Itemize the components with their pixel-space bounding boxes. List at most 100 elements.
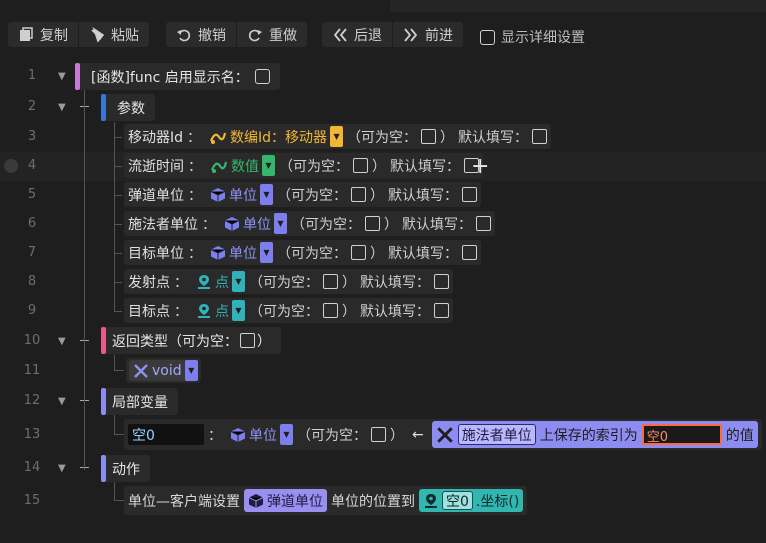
collapse-arrow-icon[interactable]: ▼ — [58, 71, 66, 82]
default-checkbox[interactable] — [434, 274, 449, 289]
action-row[interactable]: 单位—客户端设置 弹道单位 单位的位置到 空0 .坐标() — [124, 486, 528, 515]
copy-button[interactable]: 复制 — [8, 22, 79, 47]
params-header[interactable]: 参数 — [106, 94, 155, 121]
nullable-checkbox[interactable] — [351, 187, 366, 202]
nullable-close: ） — [372, 158, 386, 175]
param-row[interactable]: 目标单位 ： 单位 ▼ （可为空： ） 默认填写： — [124, 240, 481, 265]
action-var-chip[interactable]: 空0 — [442, 491, 473, 510]
type-selector[interactable]: 数值 ▼ — [206, 155, 275, 176]
param-row[interactable]: 流逝时间 ： 数值 ▼ （可为空： ） 默认填写： — [124, 153, 483, 178]
return-type-header[interactable]: 返回类型（可为空： ） — [106, 327, 281, 354]
copy-label: 复制 — [40, 27, 68, 44]
param-row[interactable]: 目标点 ： 点 ▼ （可为空： ） 默认填写： — [124, 298, 453, 323]
chevron-down-icon[interactable]: ▼ — [280, 424, 293, 445]
nullable-checkbox[interactable] — [323, 274, 338, 289]
params-header-label: 参数 — [117, 100, 145, 117]
line-number: 6 — [27, 216, 37, 231]
return-type-selector[interactable]: void ▼ — [129, 360, 198, 381]
actions-header-label: 动作 — [112, 461, 140, 478]
param-row[interactable]: 弹道单位 ： 单位 ▼ （可为空： ） 默认填写： — [124, 182, 481, 207]
type-selector[interactable]: 单位 ▼ — [220, 213, 287, 234]
return-type-close: ） — [257, 333, 271, 350]
nullable-label: （可为空： — [297, 427, 367, 444]
line-number: 11 — [23, 363, 41, 378]
back-button[interactable]: 后退 — [322, 22, 393, 47]
default-label: 默认填写： — [360, 274, 430, 291]
return-type-row[interactable]: void ▼ — [126, 358, 201, 383]
local-var-name-input[interactable]: 空0 — [128, 424, 204, 445]
paste-button[interactable]: 粘贴 — [79, 22, 149, 47]
expr-target-chip[interactable]: 施法者单位 — [457, 424, 536, 445]
param-name: 弹道单位 — [128, 187, 184, 204]
type-selector[interactable]: 单位 ▼ — [226, 424, 293, 445]
chevron-down-icon[interactable]: ▼ — [232, 271, 245, 292]
copy-icon — [20, 26, 33, 41]
add-icon[interactable]: + — [471, 154, 489, 179]
type-name: 单位 — [229, 187, 257, 204]
collapse-arrow-icon[interactable]: ▼ — [58, 336, 66, 347]
chevron-down-icon[interactable]: ▼ — [184, 360, 198, 381]
show-display-name-checkbox[interactable] — [254, 69, 270, 84]
point-pin-icon — [198, 303, 210, 318]
nullable-checkbox[interactable] — [351, 245, 366, 260]
chevron-down-icon[interactable]: ▼ — [260, 242, 273, 263]
chevron-down-icon[interactable]: ▼ — [262, 155, 275, 176]
action-point-chip[interactable]: 空0 .坐标() — [419, 489, 524, 512]
show-details-toggle[interactable]: 显示详细设置 — [480, 27, 585, 47]
paste-icon — [91, 26, 105, 43]
type-selector[interactable]: 单位 ▼ — [206, 184, 273, 205]
colon: ： — [174, 274, 188, 291]
action-unit-chip[interactable]: 弹道单位 — [244, 489, 327, 512]
undo-button[interactable]: 撤销 — [166, 22, 237, 47]
double-chevron-left-icon — [333, 27, 347, 42]
line-number: 4 — [27, 158, 37, 173]
collapse-arrow-icon[interactable]: ▼ — [58, 463, 66, 474]
nullable-checkbox[interactable] — [371, 427, 386, 442]
collapse-arrow-icon[interactable]: ▼ — [58, 396, 66, 407]
breakpoint-dot[interactable] — [4, 159, 18, 173]
colon: ： — [188, 245, 202, 262]
back-label: 后退 — [354, 27, 382, 44]
expression-block[interactable]: 施法者单位 上保存的索引为 空0 的值 — [431, 421, 758, 448]
expr-index-input[interactable]: 空0 — [641, 424, 722, 445]
nullable-close: ） — [440, 129, 455, 146]
nullable-checkbox[interactable] — [421, 129, 437, 144]
redo-button[interactable]: 重做 — [237, 22, 307, 47]
default-checkbox[interactable] — [462, 187, 477, 202]
default-checkbox[interactable] — [476, 216, 491, 231]
type-selector[interactable]: 单位 ▼ — [206, 242, 273, 263]
void-x-icon — [134, 363, 148, 378]
tree-line — [114, 282, 122, 283]
line-number: 15 — [23, 493, 41, 508]
collapse-arrow-icon[interactable]: ▼ — [58, 102, 66, 113]
type-selector[interactable]: 数编Id：移动器 ▼ — [205, 126, 344, 147]
colon: ： — [202, 216, 216, 233]
nullable-checkbox[interactable] — [323, 303, 338, 318]
local-var-row[interactable]: 空0 ： 单位 ▼ （可为空： ） ← 施法者单位 上保存的索引为 空0 的值 — [124, 419, 762, 450]
nullable-checkbox[interactable] — [365, 216, 380, 231]
chevron-down-icon[interactable]: ▼ — [232, 300, 245, 321]
chevron-down-icon[interactable]: ▼ — [260, 184, 273, 205]
forward-button[interactable]: 前进 — [393, 22, 463, 47]
default-checkbox[interactable] — [532, 129, 548, 144]
param-name: 流逝时间 — [128, 158, 184, 175]
return-nullable-checkbox[interactable] — [240, 333, 255, 348]
param-row[interactable]: 施法者单位 ： 单位 ▼ （可为空： ） 默认填写： — [124, 211, 495, 236]
nullable-checkbox[interactable] — [353, 158, 368, 173]
default-checkbox[interactable] — [434, 303, 449, 318]
show-details-checkbox[interactable] — [480, 29, 495, 45]
param-row[interactable]: 发射点 ： 点 ▼ （可为空： ） 默认填写： — [124, 269, 453, 294]
tree-line — [114, 434, 124, 435]
locals-header[interactable]: 局部变量 — [106, 388, 178, 415]
type-selector[interactable]: 点 ▼ — [192, 271, 245, 292]
type-selector[interactable]: 点 ▼ — [192, 300, 245, 321]
param-name: 发射点 — [128, 274, 170, 291]
function-header[interactable]: [函数]func 启用显示名： — [80, 63, 280, 90]
tree-line — [114, 370, 124, 371]
chevron-down-icon[interactable]: ▼ — [330, 126, 344, 147]
chevron-down-icon[interactable]: ▼ — [274, 213, 287, 234]
default-checkbox[interactable] — [462, 245, 477, 260]
actions-header[interactable]: 动作 — [106, 455, 150, 482]
expr-suffix: 的值 — [725, 427, 754, 444]
param-row[interactable]: 移动器Id ： 数编Id：移动器 ▼ （可为空： ） 默认填写： — [124, 124, 552, 149]
